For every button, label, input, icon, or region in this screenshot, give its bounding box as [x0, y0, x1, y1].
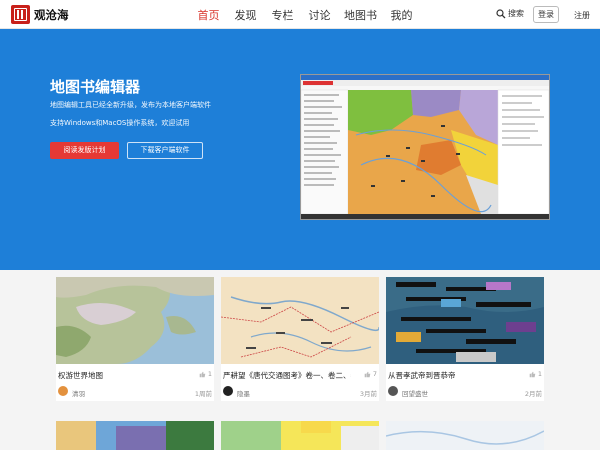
main-nav: 首页 发现 专栏 讨论 地图书 我的 [190, 7, 420, 23]
post-time: 3月前 [359, 390, 377, 398]
login-button[interactable]: 登录 [533, 6, 559, 23]
map-card[interactable]: 权游世界地图 1 清羽 1周前 [56, 277, 214, 401]
nav-item-columns[interactable]: 专栏 [264, 7, 301, 23]
avatar[interactable] [223, 386, 233, 396]
like-count[interactable]: 7 [364, 370, 377, 378]
map-card[interactable] [56, 421, 214, 450]
card-title[interactable]: 严耕望《唐代交通图考》卷一、卷二、卷三... [223, 370, 351, 381]
release-plan-button[interactable]: 阅读发版计划 [50, 142, 119, 159]
nav-item-mapbook[interactable]: 地图书 [338, 7, 383, 23]
map-card[interactable]: 严耕望《唐代交通图考》卷一、卷二、卷三... 7 隐墨 3月前 [221, 277, 379, 401]
thumbs-up-icon [364, 371, 371, 377]
map-thumbnail[interactable] [386, 277, 544, 364]
nav-item-home[interactable]: 首页 [190, 7, 227, 23]
avatar[interactable] [388, 386, 398, 396]
nav-item-discussion[interactable]: 讨论 [301, 7, 338, 23]
nav-item-mine[interactable]: 我的 [383, 7, 420, 23]
nav-item-discover[interactable]: 发现 [227, 7, 264, 23]
map-thumbnail[interactable] [221, 277, 379, 364]
map-thumbnail[interactable] [56, 421, 214, 450]
search-button[interactable]: 搜索 [496, 8, 524, 19]
like-number: 1 [537, 370, 542, 378]
post-time: 1周前 [194, 390, 212, 398]
top-header: 观沧海 首页 发现 专栏 讨论 地图书 我的 搜索 登录 注册 [0, 0, 600, 29]
thumbs-up-icon [529, 371, 536, 377]
avatar[interactable] [58, 386, 68, 396]
like-number: 7 [372, 370, 377, 378]
like-number: 1 [207, 370, 212, 378]
editor-screenshot [300, 74, 550, 220]
map-card[interactable]: 从晋孝武帝到晋恭帝 1 回望盛世 2月前 [386, 277, 544, 401]
post-time: 2月前 [524, 390, 542, 398]
search-icon [496, 8, 506, 18]
hero-title: 地图书编辑器 [50, 78, 141, 96]
author-name[interactable]: 清羽 [72, 388, 85, 398]
map-thumbnail[interactable] [385, 421, 545, 450]
like-count[interactable]: 1 [529, 370, 542, 378]
map-card[interactable] [385, 421, 545, 450]
register-link[interactable]: 注册 [574, 10, 590, 21]
card-title[interactable]: 权游世界地图 [58, 370, 186, 381]
search-label: 搜索 [508, 9, 524, 18]
map-card[interactable] [221, 421, 379, 450]
hero-subtitle-1: 地图编辑工具已经全新升级，发布为本地客户端软件 [50, 101, 211, 109]
site-name[interactable]: 观沧海 [34, 7, 69, 23]
map-thumbnail[interactable] [221, 421, 379, 450]
logo-icon[interactable] [11, 5, 30, 24]
card-title[interactable]: 从晋孝武帝到晋恭帝 [388, 370, 516, 381]
author-name[interactable]: 隐墨 [237, 388, 250, 398]
like-count[interactable]: 1 [199, 370, 212, 378]
thumbs-up-icon [199, 371, 206, 377]
hero-banner: 地图书编辑器 地图编辑工具已经全新升级，发布为本地客户端软件 支持Windows… [0, 29, 600, 270]
hero-subtitle-2: 支持Windows和MacOS操作系统，欢迎试用 [50, 119, 190, 127]
author-name[interactable]: 回望盛世 [402, 388, 428, 398]
map-thumbnail[interactable] [56, 277, 214, 364]
download-client-button[interactable]: 下载客户端软件 [127, 142, 203, 159]
